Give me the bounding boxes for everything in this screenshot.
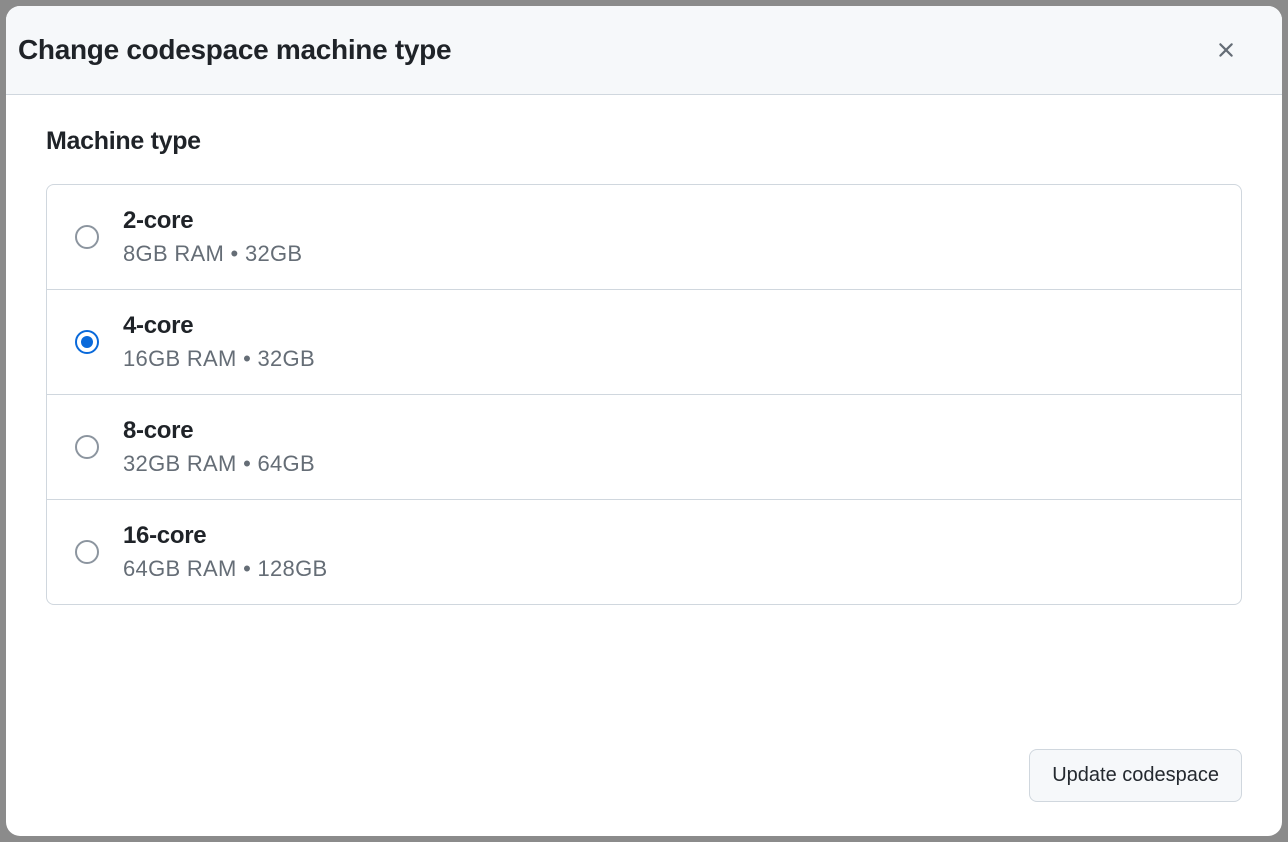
radio-icon [75,540,99,564]
option-title: 16-core [123,522,327,550]
dialog-header: Change codespace machine type [6,6,1282,95]
section-title: Machine type [46,127,1242,156]
option-desc: 16GB RAM • 32GB [123,346,315,372]
close-icon [1214,38,1238,62]
option-text: 2-core 8GB RAM • 32GB [123,207,302,267]
option-title: 2-core [123,207,302,235]
radio-icon [75,330,99,354]
dialog-footer: Update codespace [6,739,1282,836]
option-desc: 8GB RAM • 32GB [123,241,302,267]
dialog-title: Change codespace machine type [18,34,451,66]
radio-icon [75,435,99,459]
option-title: 8-core [123,417,315,445]
option-text: 4-core 16GB RAM • 32GB [123,312,315,372]
option-desc: 32GB RAM • 64GB [123,451,315,477]
machine-option-16core[interactable]: 16-core 64GB RAM • 128GB [47,500,1241,604]
radio-icon [75,225,99,249]
machine-option-4core[interactable]: 4-core 16GB RAM • 32GB [47,290,1241,395]
update-codespace-button[interactable]: Update codespace [1029,749,1242,802]
dialog-body: Machine type 2-core 8GB RAM • 32GB 4-cor… [6,95,1282,739]
option-desc: 64GB RAM • 128GB [123,556,327,582]
machine-option-8core[interactable]: 8-core 32GB RAM • 64GB [47,395,1241,500]
close-button[interactable] [1210,34,1242,66]
option-text: 16-core 64GB RAM • 128GB [123,522,327,582]
option-text: 8-core 32GB RAM • 64GB [123,417,315,477]
option-title: 4-core [123,312,315,340]
machine-option-2core[interactable]: 2-core 8GB RAM • 32GB [47,185,1241,290]
machine-type-options: 2-core 8GB RAM • 32GB 4-core 16GB RAM • … [46,184,1242,605]
machine-type-dialog: Change codespace machine type Machine ty… [6,6,1282,836]
